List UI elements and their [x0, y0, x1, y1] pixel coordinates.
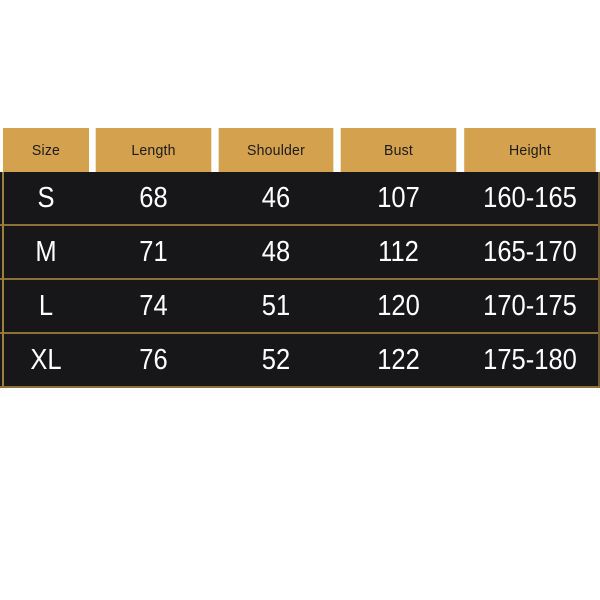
cell-shoulder: 52	[222, 333, 330, 388]
cell-height: 160-165	[468, 172, 592, 226]
cell-shoulder: 51	[222, 279, 330, 334]
cell-length: 76	[99, 333, 208, 388]
table-header: Size Length Shoulder Bust Height	[0, 128, 600, 172]
column-header-shoulder: Shoulder	[218, 128, 334, 172]
cell-size: L	[5, 279, 87, 334]
size-chart: Size Length Shoulder Bust Height S 68 46…	[0, 128, 600, 388]
cell-size: S	[5, 172, 87, 226]
table-row: XL 76 52 122 175-180	[0, 333, 600, 388]
column-header-height: Height	[464, 128, 596, 172]
cell-bust: 112	[344, 225, 453, 280]
table-row: L 74 51 120 170-175	[0, 279, 600, 334]
cell-length: 74	[99, 279, 208, 334]
column-header-size: Size	[2, 128, 90, 172]
cell-shoulder: 48	[222, 225, 330, 280]
cell-length: 71	[99, 225, 208, 280]
size-chart-table: Size Length Shoulder Bust Height S 68 46…	[0, 128, 600, 388]
cell-length: 68	[99, 172, 208, 226]
cell-bust: 107	[344, 172, 453, 226]
cell-size: XL	[5, 333, 87, 388]
header-row: Size Length Shoulder Bust Height	[0, 128, 600, 172]
cell-height: 170-175	[468, 279, 592, 334]
column-header-length: Length	[95, 128, 212, 172]
table-row: M 71 48 112 165-170	[0, 225, 600, 280]
cell-bust: 120	[344, 279, 453, 334]
cell-size: M	[5, 225, 87, 280]
cell-shoulder: 46	[222, 172, 330, 226]
table-body: S 68 46 107 160-165 M 71 48 112 165-170 …	[0, 172, 600, 388]
cell-height: 165-170	[468, 225, 592, 280]
cell-bust: 122	[344, 333, 453, 388]
column-header-bust: Bust	[340, 128, 457, 172]
table-row: S 68 46 107 160-165	[0, 172, 600, 226]
cell-height: 175-180	[468, 333, 592, 388]
